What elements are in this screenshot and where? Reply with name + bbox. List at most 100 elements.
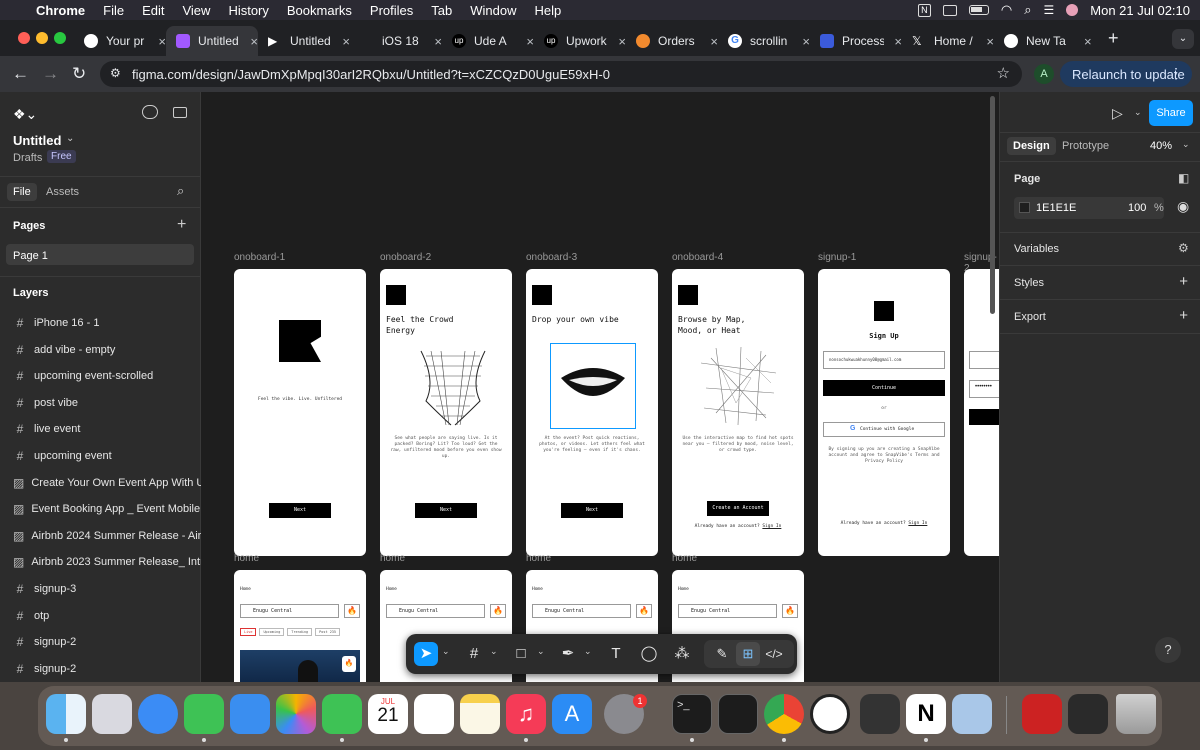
eye-icon[interactable]: ◉ <box>1177 198 1189 215</box>
location-field[interactable]: Enugu Central <box>386 604 485 618</box>
browser-tab[interactable]: up Ude A × <box>442 26 534 56</box>
layer-item[interactable]: # post vibe <box>13 396 201 410</box>
calculator-icon[interactable] <box>860 694 900 734</box>
search-icon[interactable]: ⌕ <box>177 183 184 199</box>
continue-button[interactable]: Continue <box>823 380 945 396</box>
sign-in-link[interactable]: Sign In <box>762 524 781 529</box>
frame-label[interactable]: home <box>526 553 551 564</box>
figma-canvas[interactable]: onoboard-1 onoboard-2 onoboard-3 onoboar… <box>201 92 999 682</box>
wifi-icon[interactable]: ◠ <box>1001 2 1012 18</box>
frame-label[interactable]: home <box>672 553 697 564</box>
frame-onboard-2[interactable]: Feel the Crowd Energy See what people ar… <box>380 269 512 556</box>
chip-upcoming[interactable]: Upcoming <box>259 628 285 636</box>
file-location[interactable]: Drafts <box>13 152 42 164</box>
layer-item[interactable]: ▨ Airbnb 2023 Summer Release_ Introdu <box>13 555 201 569</box>
create-account-button[interactable]: Create an Account <box>707 501 769 516</box>
activity-monitor-icon[interactable] <box>718 694 758 734</box>
layer-item[interactable]: ▨ Event Booking App _ Event Mobile App <box>13 502 201 516</box>
frame-label[interactable]: onoboard-3 <box>526 252 577 263</box>
profile-avatar[interactable]: A <box>1034 64 1054 84</box>
search-icon[interactable]: ⌕ <box>1024 2 1031 18</box>
fire-icon[interactable]: 🔥 <box>782 604 798 618</box>
next-button[interactable]: Next <box>561 503 623 518</box>
text-tool-icon[interactable]: T <box>604 642 628 666</box>
forward-arrow-icon[interactable]: → <box>42 64 59 84</box>
move-tool-icon[interactable]: ➤ <box>414 642 438 666</box>
sign-in-link[interactable]: Sign In <box>908 521 927 526</box>
location-field[interactable]: Enugu Central <box>678 604 777 618</box>
frame-signup-1[interactable]: Sign Up nonsochukwuakhunny00@gmail.com C… <box>818 269 950 556</box>
browser-tab[interactable]: iOS 18 × <box>350 26 442 56</box>
launchpad-icon[interactable] <box>92 694 132 734</box>
close-tab-icon[interactable]: × <box>710 34 718 49</box>
photos-icon[interactable] <box>276 694 316 734</box>
calendar-icon[interactable]: JUL 21 <box>368 694 408 734</box>
close-tab-icon[interactable]: × <box>250 34 258 49</box>
variables-icon[interactable]: ⚙ <box>1178 241 1189 255</box>
screen-icon[interactable] <box>942 4 957 16</box>
close-tab-icon[interactable]: × <box>158 34 166 49</box>
lips-image[interactable] <box>550 343 636 429</box>
site-info-icon[interactable]: ⚙ <box>110 66 121 80</box>
layer-item[interactable]: # iPhone 16 - 1 <box>13 316 201 330</box>
email-field[interactable]: nonsochukwuakhunny00@gmail.com <box>823 351 945 369</box>
frame-onboard-4[interactable]: Browse by Map, Mood, or Heat Use the int… <box>672 269 804 556</box>
figma-menu-icon[interactable]: ❖⌄ <box>13 106 37 123</box>
share-button[interactable]: Share <box>1149 100 1193 126</box>
email-field[interactable] <box>969 351 999 369</box>
canvas-scrollbar[interactable] <box>990 96 995 314</box>
fire-icon[interactable]: 🔥 <box>490 604 506 618</box>
close-tab-icon[interactable]: × <box>434 34 442 49</box>
clock-app-icon[interactable] <box>810 694 850 734</box>
layer-item[interactable]: # signup-2 <box>13 662 201 676</box>
styles-heading[interactable]: Styles <box>1014 277 1044 289</box>
reminders-icon[interactable] <box>414 694 454 734</box>
trash-icon[interactable] <box>1116 694 1156 734</box>
safari-icon[interactable] <box>138 694 178 734</box>
page-opacity-value[interactable]: 100 <box>1128 202 1146 214</box>
chrome-icon[interactable] <box>764 694 804 734</box>
menu-edit[interactable]: Edit <box>133 3 173 18</box>
close-tab-icon[interactable]: × <box>894 34 902 49</box>
menu-bookmarks[interactable]: Bookmarks <box>278 3 361 18</box>
chip-live[interactable]: Live <box>240 628 257 636</box>
frame-label[interactable]: signup-1 <box>818 252 856 263</box>
layer-item[interactable]: # otp <box>13 609 201 623</box>
close-window-button[interactable] <box>18 32 30 44</box>
frame-tool-icon[interactable]: # <box>462 642 486 666</box>
browser-tab[interactable]: New Ta × <box>994 26 1102 56</box>
battery-icon[interactable] <box>968 5 989 15</box>
continue-button[interactable] <box>969 409 999 425</box>
frame-label[interactable]: home <box>380 553 405 564</box>
menu-help[interactable]: Help <box>526 3 571 18</box>
browser-tab[interactable]: ▶ Untitled × <box>258 26 350 56</box>
sidebar-toggle-icon[interactable] <box>173 107 187 118</box>
close-tab-icon[interactable]: × <box>1084 34 1092 49</box>
terminal-icon[interactable]: >_ <box>672 694 712 734</box>
reload-icon[interactable]: ↻ <box>72 64 86 84</box>
downloads-stack-icon[interactable] <box>1068 694 1108 734</box>
browser-tab-active[interactable]: Untitled × <box>166 26 258 56</box>
chip-trending[interactable]: Trending <box>287 628 313 636</box>
back-arrow-icon[interactable]: ← <box>12 64 29 84</box>
chip-post[interactable]: Post 235 <box>315 628 341 636</box>
relaunch-button[interactable]: Relaunch to update ⋮ <box>1060 61 1192 87</box>
close-tab-icon[interactable]: × <box>986 34 994 49</box>
browser-tab[interactable]: up Upwork × <box>534 26 626 56</box>
fire-icon[interactable]: 🔥 <box>344 604 360 618</box>
menu-window[interactable]: Window <box>461 3 525 18</box>
next-button[interactable]: Next <box>415 503 477 518</box>
new-tab-button[interactable]: + <box>1108 28 1119 49</box>
url-bar[interactable]: ⚙ figma.com/design/JawDmXpMpqI30arI2RQbx… <box>100 61 1022 87</box>
layer-item[interactable]: # add vibe - empty <box>13 343 201 357</box>
location-field[interactable]: Enugu Central <box>532 604 631 618</box>
layer-item[interactable]: # signup-3 <box>13 582 201 596</box>
tab-prototype[interactable]: Prototype <box>1062 140 1109 152</box>
close-tab-icon[interactable]: × <box>802 34 810 49</box>
export-heading[interactable]: Export <box>1014 311 1046 323</box>
tab-assets[interactable]: Assets <box>46 186 79 198</box>
clock[interactable]: Mon 21 Jul 02:10 <box>1090 3 1190 18</box>
browser-tab[interactable]: 𝕏 Home / × <box>902 26 994 56</box>
finder-icon[interactable] <box>46 694 86 734</box>
variables-heading[interactable]: Variables <box>1014 243 1059 255</box>
